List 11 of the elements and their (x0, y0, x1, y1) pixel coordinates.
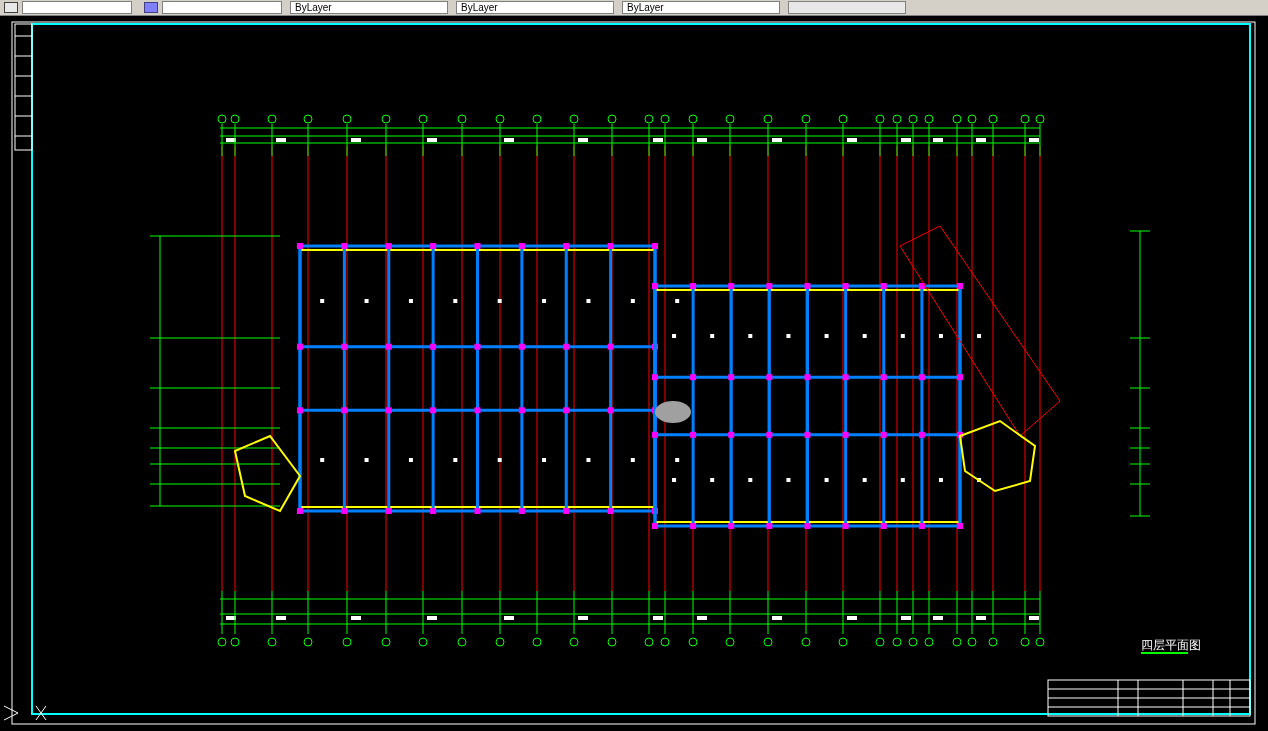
table-icon[interactable] (144, 2, 158, 13)
title-underline (1140, 652, 1189, 654)
bylayer-dropdown[interactable]: ByLayer (290, 1, 448, 14)
layer-icon[interactable] (4, 2, 18, 13)
plot-style-dropdown[interactable] (788, 1, 906, 14)
bylayer-dropdown[interactable]: ByLayer (456, 1, 614, 14)
layer-dropdown[interactable] (22, 1, 132, 14)
ucs-icon (3, 705, 47, 721)
style-dropdown[interactable] (162, 1, 282, 14)
drawing-title: 四层平面图 (1141, 638, 1201, 652)
bylayer-dropdown[interactable]: ByLayer (622, 1, 780, 14)
